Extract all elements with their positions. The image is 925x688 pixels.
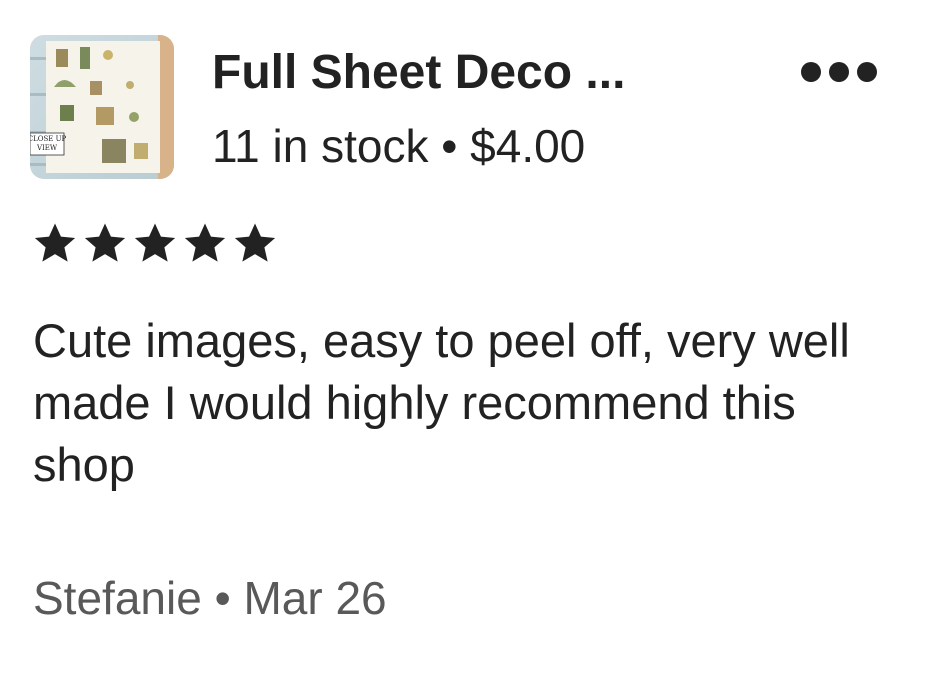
price: $4.00 — [470, 120, 586, 172]
more-horizontal-icon — [801, 62, 877, 82]
star-filled-icon — [84, 223, 126, 262]
separator-dot: • — [214, 572, 231, 624]
stock-count: 11 in stock — [212, 120, 429, 172]
star-rating — [32, 220, 278, 266]
listing-thumbnail[interactable]: CLOSE UP VIEW — [30, 35, 174, 179]
reviewer-name: Stefanie — [33, 572, 202, 624]
thumbnail-label: CLOSE UP — [30, 135, 67, 143]
listing-title[interactable]: Full Sheet Deco ... — [212, 44, 625, 102]
separator-dot: • — [441, 120, 458, 172]
star-filled-icon — [34, 223, 76, 262]
star-filled-icon — [184, 223, 226, 262]
thumbnail-image: CLOSE UP VIEW — [30, 35, 174, 179]
review-meta: Stefanie • Mar 26 — [33, 570, 387, 626]
star-filled-icon — [134, 223, 176, 262]
review-date: Mar 26 — [243, 572, 387, 624]
star-filled-icon — [234, 223, 276, 262]
more-options-button[interactable] — [796, 52, 882, 92]
svg-text:VIEW: VIEW — [36, 144, 58, 152]
review-text: Cute images, easy to peel off, very well… — [33, 314, 850, 491]
listing-stock-price: 11 in stock • $4.00 — [212, 118, 585, 174]
